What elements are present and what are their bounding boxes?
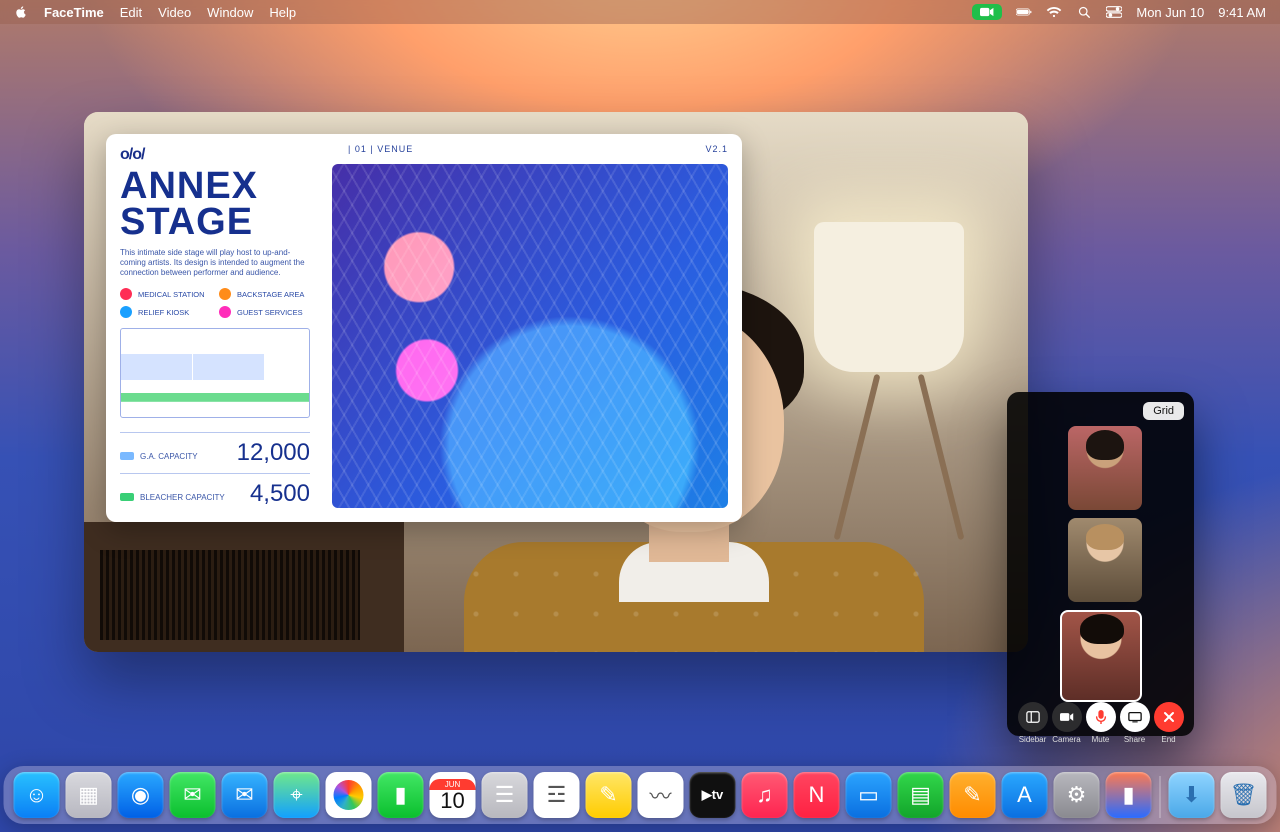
backstage-dot-icon (219, 288, 231, 300)
participant-tile-2[interactable] (1068, 518, 1142, 602)
menu-time[interactable]: 9:41 AM (1218, 5, 1266, 20)
legend-backstage: BACKSTAGE AREA (237, 290, 304, 299)
grid-toggle[interactable]: Grid (1143, 402, 1184, 420)
control-center-icon[interactable] (1106, 6, 1122, 18)
mute-control[interactable]: Mute (1086, 702, 1116, 744)
dock-app-settings[interactable]: ⚙ (1054, 772, 1100, 818)
end-control[interactable]: End (1154, 702, 1184, 744)
dock-app-notes[interactable]: ✎ (586, 772, 632, 818)
dock-downloads[interactable]: ⬇ (1169, 772, 1215, 818)
relief-dot-icon (120, 306, 132, 318)
ga-swatch-icon (120, 452, 134, 460)
apple-menu-icon[interactable] (14, 5, 28, 19)
presentation-description: This intimate side stage will play host … (120, 248, 310, 278)
dock-app-calendar[interactable]: JUN10 (430, 772, 476, 818)
facetime-panel[interactable]: Grid Sidebar Camera Mute Share End (1007, 392, 1194, 736)
dock-app-contacts[interactable]: ☰ (482, 772, 528, 818)
legend-relief: RELIEF KIOSK (138, 308, 189, 317)
menu-help[interactable]: Help (269, 5, 296, 20)
dock-app-photos[interactable] (326, 772, 372, 818)
dock-app-news[interactable]: N (794, 772, 840, 818)
camera-control[interactable]: Camera (1052, 702, 1082, 744)
spotlight-icon[interactable] (1076, 6, 1092, 18)
presentation-title-line2: STAGE (120, 204, 310, 240)
shelf-prop (84, 522, 404, 652)
dock-app-tv[interactable]: ▶tv (690, 772, 736, 818)
legend-medical: MEDICAL STATION (138, 290, 205, 299)
dock-app-messages[interactable]: ✉ (170, 772, 216, 818)
bleacher-capacity-label: BLEACHER CAPACITY (140, 493, 225, 502)
menu-window[interactable]: Window (207, 5, 253, 20)
menu-edit[interactable]: Edit (120, 5, 142, 20)
menu-video[interactable]: Video (158, 5, 191, 20)
dock-app-mail[interactable]: ✉ (222, 772, 268, 818)
legend-guest: GUEST SERVICES (237, 308, 303, 317)
shared-presentation: | 01 | VENUE V2.1 o/o/ ANNEX STAGE This … (106, 134, 742, 522)
dock-trash[interactable]: 🗑 (1221, 772, 1267, 818)
dock-app-maps[interactable]: ⌖ (274, 772, 320, 818)
ga-capacity-value: 12,000 (237, 439, 310, 467)
presentation-legend: MEDICAL STATION BACKSTAGE AREA RELIEF KI… (120, 288, 310, 318)
dock-app-finder[interactable]: ☺ (14, 772, 60, 818)
dock-app-appstore[interactable]: A (1002, 772, 1048, 818)
dock-app-facetime[interactable]: ▮ (378, 772, 424, 818)
dock-app-keynote[interactable]: ▭ (846, 772, 892, 818)
dock-app-pages[interactable]: ✎ (950, 772, 996, 818)
menu-date[interactable]: Mon Jun 10 (1136, 5, 1204, 20)
dock-separator (1160, 776, 1161, 818)
dock-app-launchpad[interactable]: ▦ (66, 772, 112, 818)
sidebar-control[interactable]: Sidebar (1018, 702, 1048, 744)
facetime-main-window[interactable]: | 01 | VENUE V2.1 o/o/ ANNEX STAGE This … (84, 112, 1028, 652)
dock-app-freeform[interactable]: 〰 (638, 772, 684, 818)
menubar: FaceTime Edit Video Window Help Mon Jun … (0, 0, 1280, 24)
self-view-tile[interactable] (1060, 610, 1142, 702)
dock: ☺▦◉✉✉⌖▮JUN10☰☲✎〰▶tv♫N▭▤✎A⚙▮⬇🗑 (4, 766, 1277, 824)
dock-app-numbers[interactable]: ▤ (898, 772, 944, 818)
guest-dot-icon (219, 306, 231, 318)
ga-capacity-label: G.A. CAPACITY (140, 452, 198, 461)
app-name[interactable]: FaceTime (44, 5, 104, 20)
dock-app-reminders[interactable]: ☲ (534, 772, 580, 818)
medical-dot-icon (120, 288, 132, 300)
dock-app-iphone-mirroring[interactable]: ▮ (1106, 772, 1152, 818)
bleacher-swatch-icon (120, 493, 134, 501)
battery-icon[interactable] (1016, 6, 1032, 18)
presentation-version: V2.1 (705, 144, 728, 154)
presentation-minimap (120, 328, 310, 418)
wifi-icon[interactable] (1046, 6, 1062, 18)
presentation-crumb: | 01 | VENUE (348, 144, 413, 154)
presentation-logo: o/o/ (120, 146, 310, 164)
dock-app-music[interactable]: ♫ (742, 772, 788, 818)
presentation-title-line1: ANNEX (120, 168, 310, 204)
presentation-artwork (332, 164, 728, 508)
dock-app-safari[interactable]: ◉ (118, 772, 164, 818)
share-control[interactable]: Share (1120, 702, 1150, 744)
participant-tile-1[interactable] (1068, 426, 1142, 510)
facetime-status-icon[interactable] (972, 4, 1002, 20)
bleacher-capacity-value: 4,500 (250, 480, 310, 508)
